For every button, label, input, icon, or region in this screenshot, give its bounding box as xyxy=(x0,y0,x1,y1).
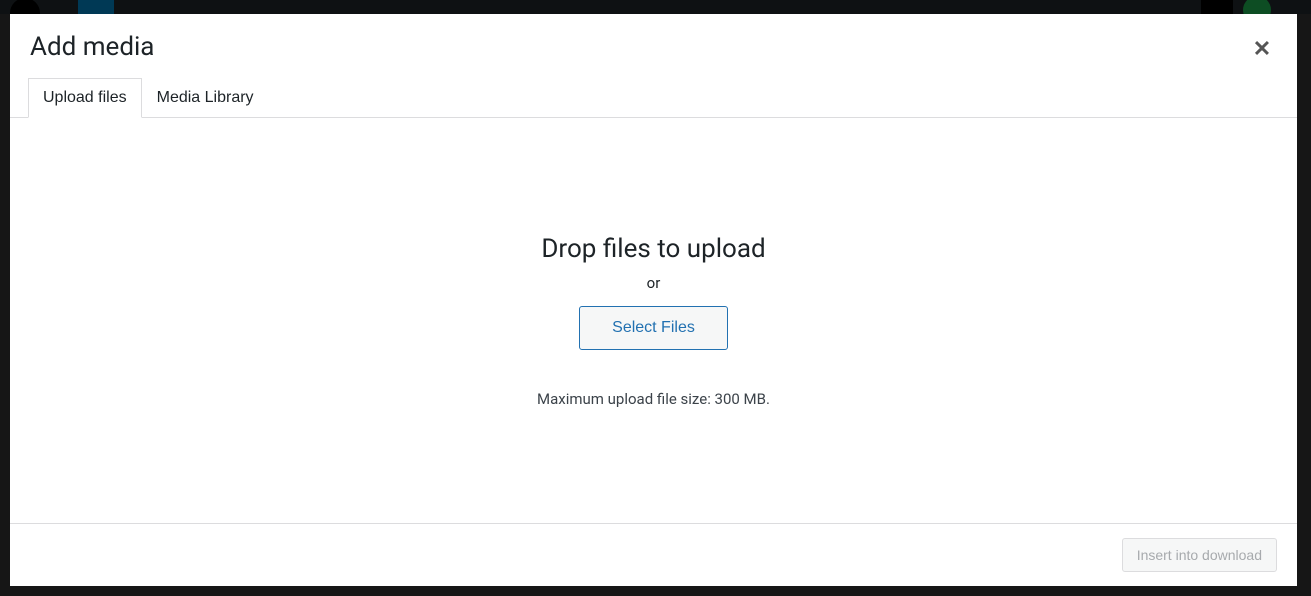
modal-title: Add media xyxy=(30,32,1277,63)
drop-files-heading: Drop files to upload xyxy=(541,234,765,264)
insert-into-download-button[interactable]: Insert into download xyxy=(1122,538,1277,572)
close-icon: ✕ xyxy=(1253,37,1271,62)
add-media-modal: Add media ✕ Upload files Media Library D… xyxy=(10,14,1297,586)
or-separator: or xyxy=(647,274,661,292)
tab-media-library[interactable]: Media Library xyxy=(142,78,269,118)
close-button[interactable]: ✕ xyxy=(1247,34,1277,64)
modal-footer: Insert into download xyxy=(10,523,1297,586)
modal-header: Add media ✕ xyxy=(10,14,1297,75)
max-upload-size-text: Maximum upload file size: 300 MB. xyxy=(537,390,770,408)
select-files-button[interactable]: Select Files xyxy=(579,306,728,350)
upload-dropzone[interactable]: Drop files to upload or Select Files Max… xyxy=(10,118,1297,523)
media-tabs: Upload files Media Library xyxy=(10,77,1297,118)
tab-upload-files[interactable]: Upload files xyxy=(28,78,142,118)
